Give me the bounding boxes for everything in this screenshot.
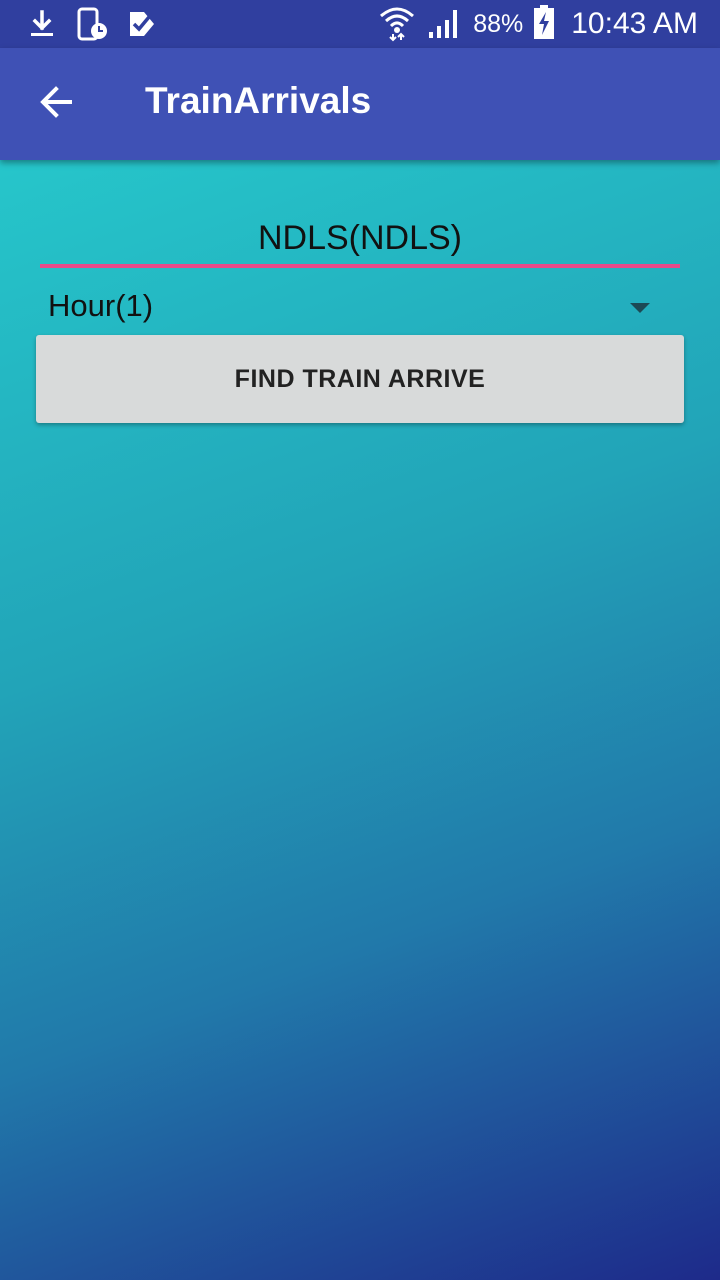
station-input[interactable] xyxy=(40,210,680,266)
battery-charging-icon xyxy=(533,4,555,44)
signal-icon xyxy=(427,4,463,44)
battery-percent: 88% xyxy=(473,9,524,38)
app-bar: TrainArrivals xyxy=(0,48,720,160)
download-icon xyxy=(24,6,60,42)
hour-selected-value: Hour(1) xyxy=(48,288,154,323)
station-input-underline xyxy=(40,264,680,268)
hour-dropdown[interactable]: Hour(1) xyxy=(40,283,680,333)
status-bar-notifications xyxy=(24,6,160,42)
screen: 88% 10:43 AM TrainArrivals NDLS(NDLS) Ho… xyxy=(0,0,720,1280)
find-train-arrive-button[interactable]: FIND TRAIN ARRIVE xyxy=(36,335,684,423)
back-button[interactable] xyxy=(20,68,92,140)
phone-clock-icon xyxy=(74,6,110,42)
find-button-label: FIND TRAIN ARRIVE xyxy=(234,364,486,393)
page-title: TrainArrivals xyxy=(145,80,372,121)
arrow-left-icon xyxy=(36,82,76,126)
wifi-icon xyxy=(377,2,417,46)
status-time: 10:43 AM xyxy=(571,7,698,40)
status-bar: 88% 10:43 AM xyxy=(0,0,720,48)
checkmark-app-icon xyxy=(124,6,160,42)
status-bar-system: 88% 10:43 AM xyxy=(377,0,698,48)
dropdown-arrow-icon xyxy=(630,303,650,313)
station-field xyxy=(40,210,680,270)
